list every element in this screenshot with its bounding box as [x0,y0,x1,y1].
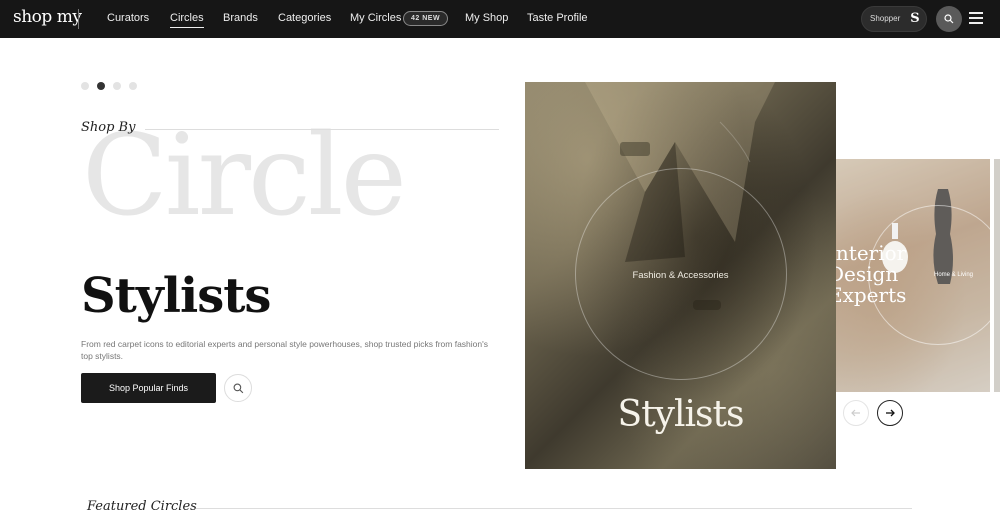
arrow-right-icon [886,409,895,417]
nav-link-circles[interactable]: Circles [170,12,204,28]
divider [145,129,499,130]
divider [196,508,912,509]
nav-link-my-circles[interactable]: My Circles [350,12,401,24]
carousel-next-button[interactable] [877,400,903,426]
circle-watermark: Circle [82,111,407,241]
circle-card-next[interactable] [994,159,1000,392]
shopmy-logo[interactable]: shop my [13,7,82,27]
logo-divider [78,9,79,29]
avatar: S [906,10,924,28]
nav-link-brands[interactable]: Brands [223,12,258,24]
shop-by-eyebrow: Shop By [81,120,136,135]
nav-link-curators[interactable]: Curators [107,12,149,24]
circle-search-button[interactable] [224,374,252,402]
featured-circles-heading: Featured Circles [87,499,197,513]
nav-link-my-shop[interactable]: My Shop [465,12,508,24]
arrow-left-icon [851,409,860,417]
hero-description: From red carpet icons to editorial exper… [81,339,488,361]
new-count-badge: 42 NEW [403,11,449,26]
card-ring-decoration [868,205,1000,345]
nav-link-categories[interactable]: Categories [278,12,331,24]
search-icon [233,383,244,394]
carousel-dot[interactable] [129,82,137,90]
card-title: Stylists [617,394,745,435]
hamburger-menu-icon[interactable] [969,12,983,24]
carousel-dot[interactable] [113,82,121,90]
page-title: Stylists [81,268,271,324]
shop-popular-finds-button[interactable]: Shop Popular Finds [81,373,216,403]
carousel-prev-button[interactable] [843,400,869,426]
carousel-dot-active[interactable] [97,82,105,90]
search-icon [944,14,954,24]
carousel-dot[interactable] [81,82,89,90]
top-navbar: shop my Curators Circles Brands Categori… [0,0,1000,38]
card-ring-decoration [575,168,787,380]
shopper-account-button[interactable]: Shopper S [861,6,927,32]
nav-search-button[interactable] [936,6,962,32]
nav-link-taste-profile[interactable]: Taste Profile [527,12,588,24]
shopper-label: Shopper [870,14,901,23]
